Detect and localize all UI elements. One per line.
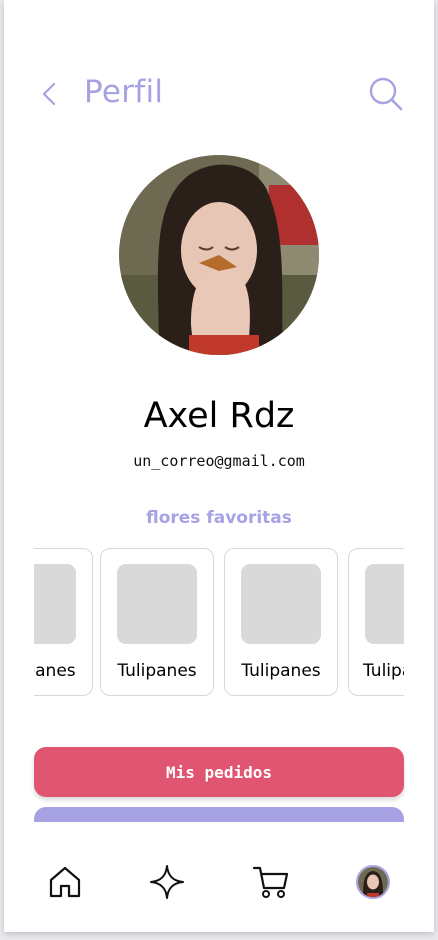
tab-home[interactable]	[40, 852, 90, 912]
home-icon	[49, 866, 81, 898]
tab-cart[interactable]	[246, 852, 296, 912]
bottom-tab-bar	[4, 852, 434, 912]
sparkle-icon	[150, 865, 184, 899]
actions-area: Mis pedidos	[4, 0, 434, 822]
tab-explore[interactable]	[142, 852, 192, 912]
tab-profile[interactable]	[348, 852, 398, 912]
profile-screen: Perfil Axel Rdz un_correo@gmail.com flor…	[4, 0, 434, 932]
cart-icon	[252, 866, 289, 898]
secondary-action-button[interactable]	[34, 807, 404, 822]
my-orders-button[interactable]: Mis pedidos	[34, 747, 404, 797]
profile-avatar	[356, 865, 390, 899]
